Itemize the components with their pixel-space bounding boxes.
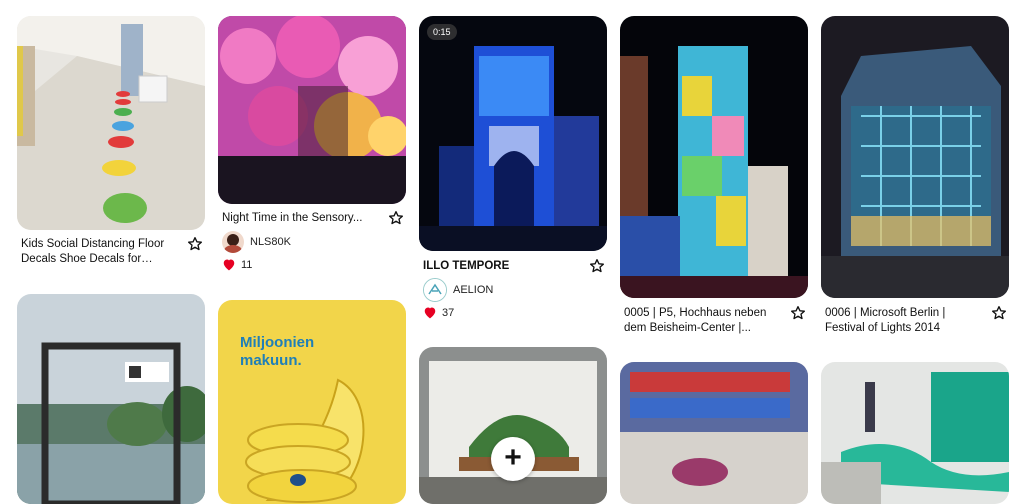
star-icon[interactable]	[589, 258, 605, 274]
pin-title-row: Kids Social Distancing Floor Decals Shoe…	[21, 237, 203, 267]
author-name: NLS80K	[250, 236, 291, 248]
heart-icon	[223, 259, 235, 271]
pin-image[interactable]	[218, 16, 406, 204]
pin-author[interactable]: NLS80K	[222, 231, 291, 253]
pin-image[interactable]: Miljoonien makuun.	[218, 300, 406, 504]
pin-image[interactable]	[620, 16, 808, 298]
author-name: AELION	[453, 284, 494, 296]
heart-icon	[424, 307, 436, 319]
star-icon[interactable]	[790, 305, 806, 321]
star-icon[interactable]	[991, 305, 1007, 321]
pin-image[interactable]	[821, 16, 1009, 298]
pin-author[interactable]: AELION	[423, 278, 493, 302]
pin-image[interactable]	[821, 362, 1009, 504]
pin-image[interactable]	[17, 16, 205, 230]
pin-likes: 37	[423, 306, 454, 319]
pin-image[interactable]	[620, 362, 808, 504]
pin-title[interactable]: ILLO TEMPORE	[423, 259, 581, 274]
pin-image[interactable]: 0:15	[419, 16, 607, 251]
pin-title[interactable]: 0005 | P5, Hochhaus neben dem Beisheim-C…	[624, 306, 782, 336]
likes-count: 37	[442, 306, 455, 319]
pin-title-row: 0005 | P5, Hochhaus neben dem Beisheim-C…	[624, 306, 806, 336]
pin-title-row: Night Time in the Sensory...	[222, 211, 404, 226]
pin-title[interactable]: Night Time in the Sensory...	[222, 211, 380, 226]
pin-likes: 11	[222, 258, 252, 271]
pin-image[interactable]	[17, 294, 205, 504]
plus-icon: +	[504, 441, 522, 474]
pin-title-row: 0006 | Microsoft Berlin | Festival of Li…	[825, 306, 1007, 336]
star-icon[interactable]	[187, 236, 203, 252]
avatar	[423, 278, 447, 302]
avatar	[222, 231, 244, 253]
pin-title[interactable]: Kids Social Distancing Floor Decals Shoe…	[21, 237, 179, 267]
pin-title-row: ILLO TEMPORE	[423, 259, 605, 274]
ad-text: Miljoonien makuun.	[240, 334, 315, 369]
likes-count: 11	[241, 258, 253, 271]
add-button[interactable]: +	[491, 437, 535, 481]
star-icon[interactable]	[388, 210, 404, 226]
video-duration-badge: 0:15	[427, 24, 457, 40]
pin-title[interactable]: 0006 | Microsoft Berlin | Festival of Li…	[825, 306, 983, 336]
